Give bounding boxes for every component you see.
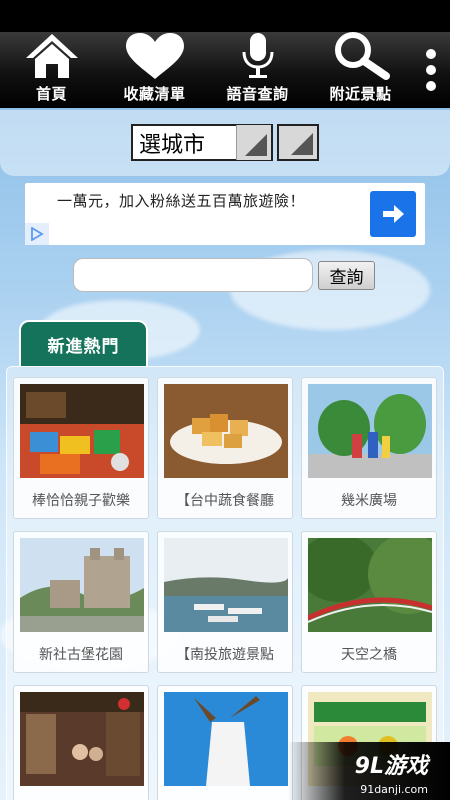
attraction-name: 天空之橋	[341, 647, 397, 663]
nav-nearby-label: 附近景點	[329, 85, 392, 103]
attraction-photo	[20, 692, 144, 786]
attraction-name: 【台中蔬食餐廳	[176, 493, 274, 509]
search-button[interactable]: 查詢	[318, 261, 375, 290]
attraction-photo	[20, 538, 144, 632]
attraction-photo	[164, 692, 288, 786]
search-input[interactable]	[73, 258, 313, 292]
nav-home-label: 首頁	[35, 85, 67, 103]
site-watermark: 9L游戏 91danji.com	[288, 742, 450, 800]
attraction-name: 棒恰恰親子歡樂	[32, 493, 130, 509]
arrow-right-icon	[383, 205, 404, 223]
attractions-grid: 棒恰恰親子歡樂 【台中蔬食餐廳 幾米廣場 新社古堡花園 【南投旅遊景點 天空之橋	[6, 366, 444, 800]
attraction-card[interactable]: 棒恰恰親子歡樂	[13, 377, 149, 519]
attraction-card[interactable]: 新社古堡花園	[13, 531, 149, 673]
watermark-url: 91danji.com	[360, 783, 428, 796]
home-icon	[25, 34, 78, 78]
attraction-card[interactable]: 【南投旅遊景點	[157, 531, 293, 673]
ad-banner[interactable]: 一萬元，加入粉絲送五百萬旅遊險！	[25, 183, 425, 245]
attraction-card[interactable]: 天空之橋	[301, 531, 437, 673]
tab-new-popular[interactable]: 新進熱門	[19, 320, 148, 366]
search-icon	[334, 32, 390, 80]
nav-voice-search-label: 語音查詢	[226, 85, 289, 103]
ad-text: 一萬元，加入粉絲送五百萬旅遊險！	[57, 192, 306, 210]
attraction-photo	[308, 538, 432, 632]
watermark-logo: 9L游戏	[354, 754, 428, 779]
nav-favorites-label: 收藏清單	[123, 85, 186, 103]
attraction-name: 新社古堡花園	[39, 647, 123, 663]
attraction-photo	[308, 384, 432, 478]
nav-home-button[interactable]: 首頁	[0, 32, 103, 108]
district-select[interactable]	[277, 124, 319, 161]
attraction-card[interactable]: 幾米廣場	[301, 377, 437, 519]
attraction-name: 【南投旅遊景點	[176, 647, 274, 663]
nav-favorites-button[interactable]: 收藏清單	[103, 32, 206, 108]
attraction-photo	[164, 538, 288, 632]
ad-open-button[interactable]	[370, 191, 416, 237]
attraction-card[interactable]	[13, 685, 149, 800]
attraction-photo	[164, 384, 288, 478]
city-select-value: 選城市	[139, 132, 206, 158]
attraction-card[interactable]: 【台中蔬食餐廳	[157, 377, 293, 519]
city-select[interactable]: 選城市	[131, 124, 273, 161]
dropdown-arrow-icon	[236, 125, 271, 160]
nav-nearby-button[interactable]: 附近景點	[309, 32, 412, 108]
attraction-card[interactable]	[157, 685, 293, 800]
more-vert-icon[interactable]	[412, 32, 450, 108]
status-bar	[0, 0, 450, 32]
top-navigation-bar: 首頁 收藏清單 語音查詢 附近景點	[0, 32, 450, 108]
ad-choices-icon[interactable]	[25, 223, 49, 245]
heart-icon	[125, 33, 184, 79]
nav-voice-search-button[interactable]: 語音查詢	[206, 32, 309, 108]
attraction-name: 幾米廣場	[341, 493, 397, 509]
attraction-photo	[20, 384, 144, 478]
microphone-icon	[242, 33, 273, 78]
